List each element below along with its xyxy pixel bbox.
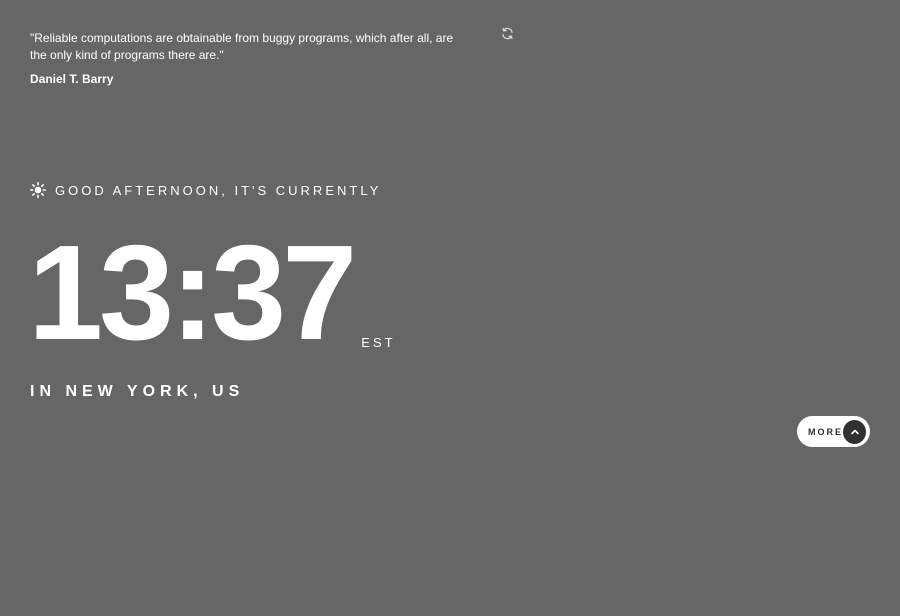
timezone-label: EST xyxy=(361,335,396,350)
location: IN NEW YORK, US xyxy=(30,383,245,400)
more-button-label: MORE xyxy=(808,426,843,437)
more-button[interactable]: MORE xyxy=(797,416,870,447)
refresh-icon[interactable] xyxy=(501,27,514,45)
current-time: 13:37 xyxy=(28,217,357,368)
chevron-up-icon[interactable] xyxy=(843,419,866,444)
sun-icon xyxy=(30,182,46,198)
greeting-text: GOOD AFTERNOON, IT'S CURRENTLY xyxy=(55,182,382,198)
refresh-quote-button[interactable] xyxy=(500,27,515,45)
quote-text: "Reliable computations are obtainable fr… xyxy=(30,31,454,62)
clock: 13:37 EST xyxy=(28,225,396,360)
greeting: GOOD AFTERNOON, IT'S CURRENTLY xyxy=(30,182,381,198)
quote-author: Daniel T. Barry xyxy=(30,72,114,86)
quote-block: "Reliable computations are obtainable fr… xyxy=(30,30,470,86)
